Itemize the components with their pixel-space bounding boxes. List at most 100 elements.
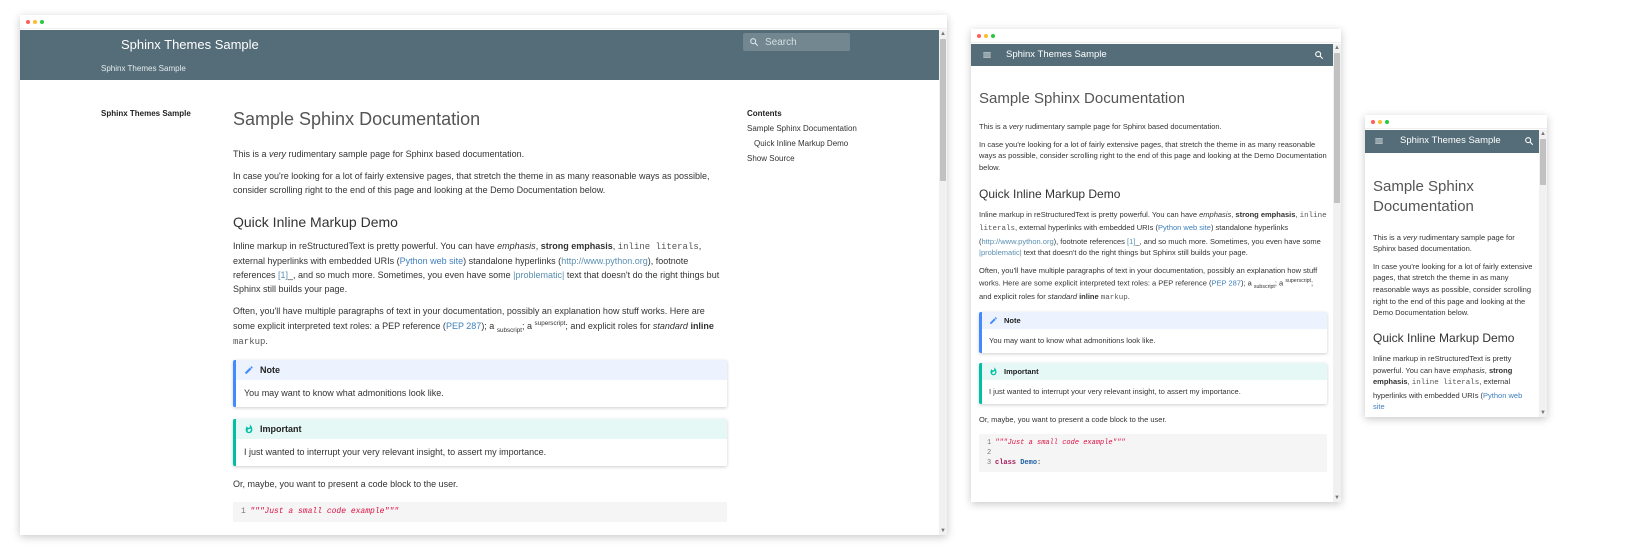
important-title-text: Important <box>260 423 302 434</box>
scrollbar[interactable]: ▲ ▼ <box>1539 130 1547 417</box>
text: ); a <box>481 320 497 331</box>
close-dot[interactable] <box>977 34 981 38</box>
minimize-dot[interactable] <box>33 20 37 24</box>
window-controls <box>26 20 44 24</box>
scroll-down-arrow[interactable]: ▼ <box>1333 494 1341 502</box>
site-title[interactable]: Sphinx Themes Sample <box>1400 135 1501 146</box>
text: ; a <box>1274 278 1286 288</box>
code-line: 3 class Demo: <box>987 458 1319 468</box>
important-title: Important <box>236 418 727 439</box>
search-icon <box>750 38 759 47</box>
toc-item-inline-markup[interactable]: Quick Inline Markup Demo <box>747 139 887 148</box>
window-controls <box>977 34 995 38</box>
sidebar-title[interactable]: Sphinx Themes Sample <box>101 109 191 118</box>
scroll-thumb[interactable] <box>1540 139 1546 185</box>
roles-paragraph: Often, you'll have multiple paragraphs o… <box>233 305 727 350</box>
python-url-link[interactable]: http://www.python.org <box>982 237 1054 246</box>
site-subtitle[interactable]: Sphinx Themes Sample <box>101 64 186 73</box>
footnote-link[interactable]: [1] <box>278 270 288 280</box>
site-header: Sphinx Themes Sample Sphinx Themes Sampl… <box>20 30 939 80</box>
section-heading: Quick Inline Markup Demo <box>233 213 398 230</box>
pep-link[interactable]: PEP 287 <box>1211 278 1240 287</box>
menu-button[interactable] <box>980 48 994 62</box>
text: Inline markup in reStructuredText is pre… <box>233 240 498 251</box>
emphasis: very <box>269 149 287 159</box>
maximize-dot[interactable] <box>40 20 44 24</box>
code-text: : <box>1037 459 1042 467</box>
emphasis: very <box>1403 232 1418 242</box>
emphasis: emphasis <box>1199 209 1232 219</box>
inline-literal: markup <box>233 337 266 348</box>
search-input[interactable] <box>765 36 845 48</box>
text: This is a <box>233 149 270 159</box>
problematic-link[interactable]: |problematic| <box>513 270 564 280</box>
toc-item-sample-doc[interactable]: Sample Sphinx Documentation <box>747 124 887 133</box>
pep-link[interactable]: PEP 287 <box>446 321 481 331</box>
text: ); a <box>1240 278 1254 288</box>
close-dot[interactable] <box>26 20 30 24</box>
minimize-dot[interactable] <box>1378 120 1382 124</box>
scroll-paragraph: In case you're looking for a lot of fair… <box>979 139 1327 172</box>
code-intro: Or, maybe, you want to present a code bl… <box>979 415 1167 425</box>
strong: inline <box>690 320 714 331</box>
section-heading: Quick Inline Markup Demo <box>1373 330 1515 345</box>
scroll-thumb[interactable] <box>940 39 946 181</box>
search-box[interactable] <box>743 33 850 51</box>
page-title: Sample Sphinx Documentation <box>1373 178 1474 216</box>
scroll-down-arrow[interactable]: ▼ <box>939 527 947 535</box>
search-button[interactable] <box>1522 134 1536 148</box>
toc-heading: Contents <box>747 109 782 118</box>
inline-literal: markup <box>1100 293 1128 302</box>
subscript: subscript <box>1253 283 1275 290</box>
scrollbar[interactable]: ▲ ▼ <box>939 30 947 535</box>
strong: inline <box>1079 291 1099 301</box>
note-admonition: Note You may want to know what admonitio… <box>233 359 727 407</box>
line-number: 3 <box>987 459 992 467</box>
minimize-dot[interactable] <box>984 34 988 38</box>
important-title-text: Important <box>1004 367 1039 377</box>
menu-icon <box>983 52 991 58</box>
flame-icon <box>245 424 253 434</box>
window-chrome <box>1365 115 1547 129</box>
site-title[interactable]: Sphinx Themes Sample <box>1006 49 1107 60</box>
site-header: Sphinx Themes Sample <box>971 44 1333 66</box>
scroll-up-arrow[interactable]: ▲ <box>939 30 947 38</box>
menu-button[interactable] <box>1372 134 1386 148</box>
text: Inline markup in reStructuredText is pre… <box>979 209 1200 219</box>
desktop-window: Sphinx Themes Sample Sphinx Themes Sampl… <box>20 15 947 535</box>
inline-literal: inline literals <box>617 241 699 252</box>
pencil-icon <box>990 317 997 325</box>
window-chrome <box>971 29 1341 43</box>
important-title: Important <box>982 363 1327 381</box>
text: rudimentary sample page for Sphinx based… <box>1023 122 1222 131</box>
scroll-up-arrow[interactable]: ▲ <box>1333 44 1341 52</box>
scroll-down-arrow[interactable]: ▼ <box>1539 409 1547 417</box>
roles-paragraph: Often, you'll have multiple paragraphs o… <box>979 265 1327 304</box>
search-button[interactable] <box>1312 48 1326 62</box>
note-title: Note <box>236 359 727 380</box>
scrollbar[interactable]: ▲ ▼ <box>1333 44 1341 502</box>
table-of-contents: Contents Sample Sphinx Documentation Qui… <box>747 109 887 163</box>
python-url-link[interactable]: http://www.python.org <box>561 256 648 266</box>
scroll-thumb[interactable] <box>1334 53 1340 203</box>
site-title[interactable]: Sphinx Themes Sample <box>121 37 259 52</box>
close-dot[interactable] <box>1371 120 1375 124</box>
python-site-link[interactable]: Python web site <box>1158 223 1211 232</box>
emphasis: emphasis <box>1452 365 1485 375</box>
code-class-name: Demo <box>1020 459 1038 467</box>
maximize-dot[interactable] <box>1385 120 1389 124</box>
problematic-link[interactable]: |problematic| <box>979 248 1022 257</box>
text: rudimentary sample page for Sphinx based… <box>286 149 525 159</box>
scroll-up-arrow[interactable]: ▲ <box>1539 130 1547 138</box>
text: _, and so much more. Sometimes, you even… <box>1135 236 1321 246</box>
main-content: Sample Sphinx Documentation This is a ve… <box>979 90 1327 472</box>
python-site-link[interactable]: Python web site <box>400 256 464 266</box>
maximize-dot[interactable] <box>991 34 995 38</box>
strong: strong emphasis <box>540 240 613 251</box>
important-body: I just wanted to interrupt your very rel… <box>989 387 1241 397</box>
page-title: Sample Sphinx Documentation <box>979 90 1185 107</box>
mobile-window: Sphinx Themes Sample Sample Sphinx Docum… <box>1365 115 1547 417</box>
important-body: I just wanted to interrupt your very rel… <box>244 446 547 457</box>
toc-show-source[interactable]: Show Source <box>747 154 887 163</box>
flame-icon <box>990 367 997 376</box>
